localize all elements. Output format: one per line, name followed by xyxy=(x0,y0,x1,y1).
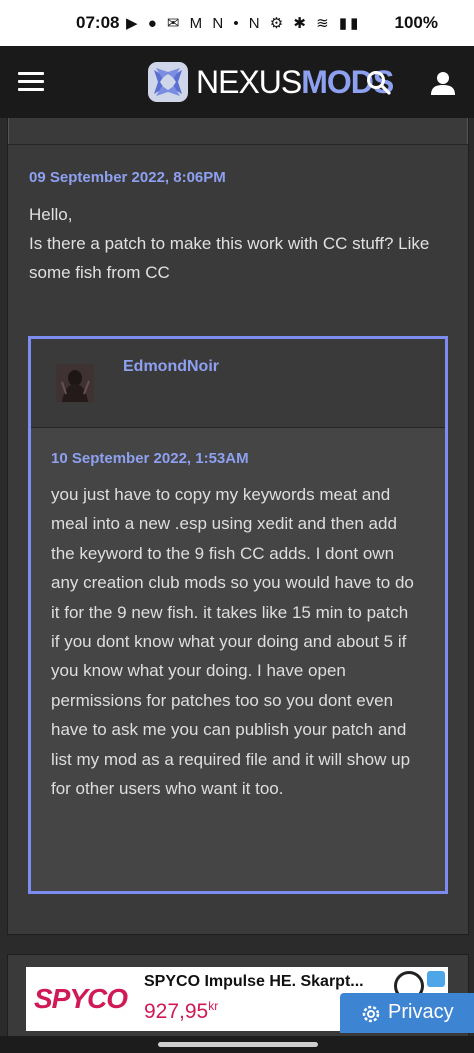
ad-brand-logo: SPYCO xyxy=(34,983,128,1014)
quoted-reply: EdmondNoir 10 September 2022, 1:53AM you… xyxy=(28,336,448,894)
search-icon[interactable] xyxy=(366,70,392,96)
home-gesture-bar[interactable] xyxy=(158,1042,318,1047)
status-bar: 07:08 ▶ ● ✉ M N • N ⚙ ✱ ≋ ▮▮ 100% xyxy=(0,0,474,46)
status-time: 07:08 xyxy=(76,13,120,32)
brand-nexus: NEXUS xyxy=(196,64,302,100)
comment-card: 09 September 2022, 8:06PM Hello, Is ther… xyxy=(7,118,469,935)
battery-level: 100% xyxy=(394,13,438,32)
reply-date: 10 September 2022, 1:53AM xyxy=(51,450,249,467)
brand-wordmark: NEXUSMODS xyxy=(196,64,394,101)
nexusmods-logo[interactable]: NEXUSMODS xyxy=(148,62,394,102)
comment-top-strip xyxy=(8,118,468,145)
user-icon[interactable] xyxy=(430,70,456,96)
reply-header: EdmondNoir xyxy=(31,339,445,428)
gear-icon xyxy=(360,1003,382,1031)
avatar[interactable] xyxy=(56,364,94,402)
post-date: 09 September 2022, 8:06PM xyxy=(29,169,226,186)
ad-price-value: 927,95 xyxy=(144,1000,209,1023)
privacy-button[interactable]: Privacy xyxy=(340,993,474,1033)
ad-currency: kr xyxy=(208,999,219,1013)
ad-choices-icon[interactable] xyxy=(427,971,445,987)
reply-body: 10 September 2022, 1:53AM you just have … xyxy=(31,428,445,891)
hamburger-icon[interactable] xyxy=(18,72,44,92)
nexus-logo-icon xyxy=(148,62,188,102)
reply-author[interactable]: EdmondNoir xyxy=(123,358,219,376)
privacy-label: Privacy xyxy=(388,1001,454,1023)
status-icons: ▶ ● ✉ M N • N ⚙ ✱ ≋ ▮▮ xyxy=(126,15,362,32)
ad-title[interactable]: SPYCO Impulse HE. Skarpt... xyxy=(144,973,364,991)
ad-price: 927,95kr xyxy=(144,999,218,1024)
site-header: NEXUSMODS xyxy=(0,46,474,118)
post-text: Hello, Is there a patch to make this wor… xyxy=(29,205,430,282)
reply-text: you just have to copy my keywords meat a… xyxy=(51,485,414,799)
